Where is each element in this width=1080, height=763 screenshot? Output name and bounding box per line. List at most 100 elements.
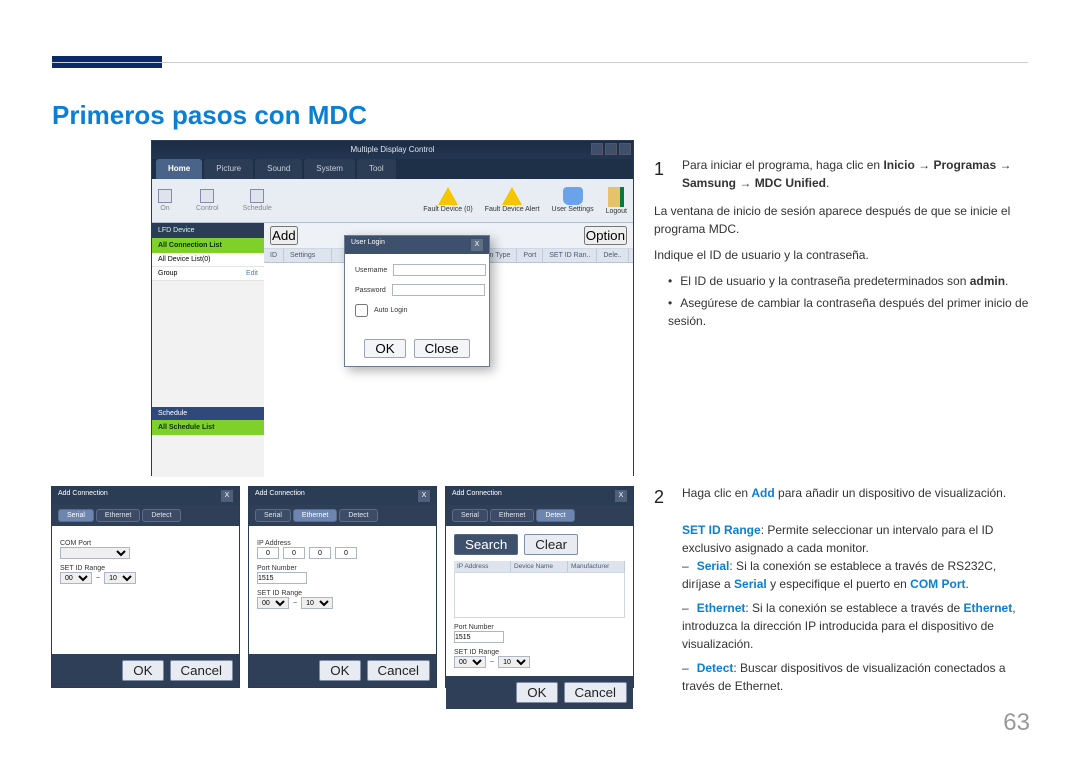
close-icon[interactable]: X [221,490,233,502]
ip-4[interactable] [335,547,357,559]
port-input[interactable] [454,631,504,643]
side-spacer-2 [152,435,264,477]
setid-from[interactable]: 00 [60,572,92,584]
close-icon[interactable]: X [471,239,483,251]
add-connection-serial: Add ConnectionX Serial Ethernet Detect C… [51,486,240,688]
setid-from[interactable]: 00 [454,656,486,668]
add-connection-row: Add Connection X Serial Ethernet Detect C… [51,486,634,688]
bullet-default-creds: El ID de usuario y la contraseña predete… [668,272,1034,290]
mdc-tabbar: Home Picture Sound System Tool [152,159,633,179]
setid-from[interactable]: 00 [257,597,289,609]
toolbar-control[interactable]: Control [196,189,219,212]
tab-ethernet[interactable]: Ethernet [293,509,337,522]
setid-to[interactable]: 10 [104,572,136,584]
side-all-connection[interactable]: All Connection List [152,238,264,253]
port-label: Port Number [257,565,428,572]
page-number: 63 [1003,709,1030,737]
mdc-toolbar: On Control Schedule Fault Device (0) Fau… [152,179,633,223]
port-label: Port Number [454,624,625,631]
cancel-button[interactable]: Cancel [564,682,628,703]
clear-button[interactable]: Clear [524,534,578,555]
side-schedule[interactable]: Schedule [152,407,264,420]
toolbar-fault-device[interactable]: Fault Device (0) [423,187,472,215]
close-icon[interactable]: X [615,490,627,502]
port-input[interactable] [257,572,307,584]
control-icon [200,189,214,203]
step1-text: Para iniciar el programa, haga clic en I… [682,156,1034,192]
ip-1[interactable] [257,547,279,559]
tab-serial[interactable]: Serial [255,509,291,522]
ip-2[interactable] [283,547,305,559]
section-title: Primeros pasos con MDC [52,100,367,131]
password-input[interactable] [392,284,485,296]
side-edit[interactable]: Edit [246,270,258,277]
ok-button[interactable]: OK [319,660,360,681]
tab-serial[interactable]: Serial [58,509,94,522]
ok-button[interactable]: OK [516,682,557,703]
com-port-select[interactable] [60,547,130,559]
col-port: Port [517,249,543,262]
maximize-icon[interactable] [605,143,617,155]
toolbar-on[interactable]: On [158,189,172,212]
username-input[interactable] [393,264,486,276]
col-delete: Dele.. [597,249,628,262]
close-icon[interactable] [619,143,631,155]
add-button[interactable]: Add [270,226,298,245]
sub-detect: Detect: Buscar dispositivos de visualiza… [682,659,1034,695]
mdc-center: Add Option ID Settings Connection Type P… [264,223,633,477]
tab-picture[interactable]: Picture [204,159,253,179]
instructions-step1: 1 Para iniciar el programa, haga clic en… [654,156,1034,336]
toolbar-logout[interactable]: Logout [606,187,627,215]
tab-ethernet[interactable]: Ethernet [490,509,534,522]
cancel-button[interactable]: Cancel [367,660,431,681]
tab-ethernet[interactable]: Ethernet [96,509,140,522]
tab-system[interactable]: System [304,159,355,179]
toolbar-schedule[interactable]: Schedule [243,189,272,212]
tab-detect[interactable]: Detect [339,509,377,522]
tab-tool[interactable]: Tool [357,159,396,179]
user-login-dialog: User Login X Username Password Auto Logi… [344,235,490,367]
com-port-label: COM Port [60,540,231,547]
toolbar-user-settings[interactable]: User Settings [552,187,594,215]
side-spacer [152,281,264,407]
setid-description: SET ID Range: Permite seleccionar un int… [654,521,1034,557]
side-lfd[interactable]: LFD Device [152,223,264,238]
close-icon[interactable]: X [418,490,430,502]
cancel-button[interactable]: Cancel [170,660,234,681]
tab-home[interactable]: Home [156,159,202,179]
col-setid: SET ID Ran.. [543,249,597,262]
password-label: Password [355,287,386,294]
toolbar-fault-alert[interactable]: Fault Device Alert [485,187,540,215]
login-ok-button[interactable]: OK [364,339,405,358]
tab-detect[interactable]: Detect [142,509,180,522]
ac-title: Add Connection [452,490,502,502]
ac-title: Add Connection [255,490,305,502]
add-connection-detect: Add Connection X Serial Ethernet Detect S… [445,486,634,688]
mdc-window-title: Multiple Display Control [350,145,434,154]
username-label: Username [355,267,387,274]
side-all-schedule[interactable]: All Schedule List [152,420,264,435]
step-number-2: 2 [654,484,670,511]
search-button[interactable]: Search [454,534,518,555]
tab-detect[interactable]: Detect [536,509,574,522]
col-id: ID [264,249,284,262]
header-divider [52,62,1028,76]
side-all-device[interactable]: All Device List(0) [152,253,264,267]
minimize-icon[interactable] [591,143,603,155]
mdc-main-window: Multiple Display Control Home Picture So… [151,140,634,476]
login-close-button[interactable]: Close [414,339,470,358]
setid-to[interactable]: 10 [301,597,333,609]
side-group[interactable]: Group [158,270,177,277]
ip-label: IP Address [257,540,428,547]
detect-list [454,572,625,618]
ok-button[interactable]: OK [122,660,163,681]
step2-text: Haga clic en Add para añadir un disposit… [682,484,1034,511]
mdc-titlebar: Multiple Display Control [152,141,633,159]
tab-serial[interactable]: Serial [452,509,488,522]
setid-to[interactable]: 10 [498,656,530,668]
option-button[interactable]: Option [584,226,627,245]
schedule-icon [250,189,264,203]
auto-login-checkbox[interactable] [355,304,368,317]
tab-sound[interactable]: Sound [255,159,302,179]
ip-3[interactable] [309,547,331,559]
